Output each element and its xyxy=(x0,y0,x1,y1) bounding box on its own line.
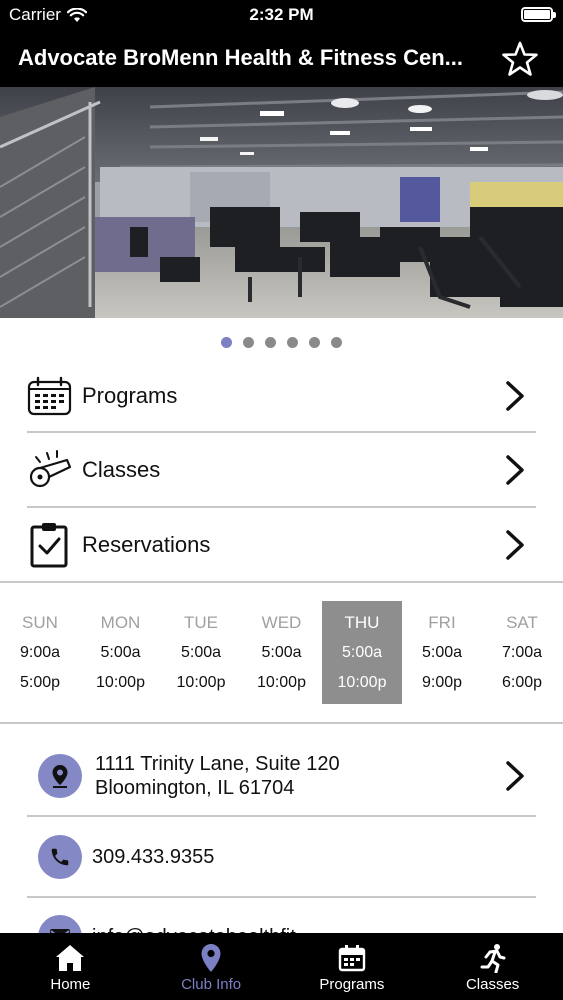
address-text: 1111 Trinity Lane, Suite 120 Bloomington… xyxy=(95,752,504,800)
favorite-star-icon[interactable] xyxy=(501,40,539,78)
carousel-dot[interactable] xyxy=(265,337,276,348)
close-time: 10:00p xyxy=(176,674,226,691)
menu-item-label: Reservations xyxy=(82,532,211,557)
close-time: 10:00p xyxy=(257,674,306,691)
address-line-1: 1111 Trinity Lane, Suite 120 xyxy=(95,753,340,775)
clock: 2:32 PM xyxy=(249,5,314,24)
day-name: THU xyxy=(344,613,380,632)
tab-label: Home xyxy=(50,976,91,993)
day-name: SUN xyxy=(22,613,58,632)
tab-label: Classes xyxy=(465,976,520,993)
menu-item-classes[interactable]: Classes xyxy=(27,433,536,507)
home-icon xyxy=(55,943,85,973)
whistle-icon xyxy=(27,448,72,493)
address-row[interactable]: 1111 Trinity Lane, Suite 120 Bloomington… xyxy=(27,752,536,800)
hours-day-sun: SUN 9:00a 5:00p xyxy=(0,601,80,704)
open-time: 9:00a xyxy=(19,644,61,661)
tab-programs[interactable]: Programs xyxy=(282,933,423,1000)
battery-icon xyxy=(521,7,556,22)
gym-interior-image xyxy=(0,87,563,318)
navigation-bar: Advocate BroMenn Health & Fitness Cen... xyxy=(0,30,563,87)
map-pin-icon xyxy=(38,754,82,798)
section-divider xyxy=(0,722,563,724)
tab-bar: Home Club Info Programs Classes xyxy=(0,933,563,1000)
divider xyxy=(27,815,536,817)
close-time: 6:00p xyxy=(501,674,543,691)
open-time: 5:00a xyxy=(100,644,141,661)
hours-day-mon: MON 5:00a 10:00p xyxy=(81,601,161,704)
divider xyxy=(27,896,536,898)
map-pin-icon xyxy=(196,943,226,973)
open-time: 5:00a xyxy=(261,644,302,661)
menu-item-label: Classes xyxy=(82,457,161,482)
hours-day-thu-today: THU 5:00a 10:00p xyxy=(322,601,402,704)
carousel-dot[interactable] xyxy=(331,337,342,348)
carousel-page-indicator[interactable] xyxy=(0,337,563,348)
phone-number: 309.433.9355 xyxy=(92,845,215,868)
close-time: 10:00p xyxy=(337,674,387,691)
tab-label: Club Info xyxy=(181,976,242,993)
day-name: SAT xyxy=(506,613,538,632)
open-time: 5:00a xyxy=(180,644,222,661)
tab-classes[interactable]: Classes xyxy=(422,933,563,1000)
day-name: FRI xyxy=(428,613,456,632)
hours-day-tue: TUE 5:00a 10:00p xyxy=(161,601,241,704)
close-time: 10:00p xyxy=(96,674,145,691)
menu-item-label: Programs xyxy=(82,383,178,408)
calendar-icon xyxy=(27,374,72,419)
close-time: 9:00p xyxy=(421,674,463,691)
club-photo[interactable] xyxy=(0,87,563,318)
menu-item-programs[interactable]: Programs xyxy=(27,359,536,433)
clipboard-check-icon xyxy=(27,523,72,568)
address-line-2: Bloomington, IL 61704 xyxy=(95,777,295,799)
carousel-dot[interactable] xyxy=(309,337,320,348)
hours-table: SUN 9:00a 5:00p MON 5:00a 10:00p TUE 5:0… xyxy=(0,601,563,704)
phone-icon xyxy=(38,835,82,879)
carousel-dot[interactable] xyxy=(221,337,232,348)
hours-day-sat: SAT 7:00a 6:00p xyxy=(482,601,562,704)
calendar-icon xyxy=(337,943,367,973)
open-time: 7:00a xyxy=(501,644,543,661)
chevron-right-icon xyxy=(506,381,524,411)
tab-home[interactable]: Home xyxy=(0,933,141,1000)
phone-row[interactable]: 309.433.9355 xyxy=(27,835,536,879)
hours-day-fri: FRI 5:00a 9:00p xyxy=(402,601,482,704)
tab-label: Programs xyxy=(319,976,385,993)
tab-club-info[interactable]: Club Info xyxy=(141,933,282,1000)
close-time: 5:00p xyxy=(19,674,61,691)
hours-day-wed: WED 5:00a 10:00p xyxy=(242,601,322,704)
section-divider xyxy=(0,581,563,583)
chevron-right-icon xyxy=(506,455,524,485)
day-name: TUE xyxy=(184,613,218,632)
status-bar: Carrier 2:32 PM xyxy=(0,0,563,30)
menu-item-reservations[interactable]: Reservations xyxy=(27,508,536,582)
open-time: 5:00a xyxy=(341,644,383,661)
carousel-dot[interactable] xyxy=(243,337,254,348)
chevron-right-icon xyxy=(506,761,524,791)
runner-icon xyxy=(478,943,508,973)
open-time: 5:00a xyxy=(421,644,463,661)
club-title: Advocate BroMenn Health & Fitness Cen... xyxy=(18,45,463,70)
carousel-dot[interactable] xyxy=(287,337,298,348)
day-name: MON xyxy=(100,613,141,632)
day-name: WED xyxy=(261,613,302,632)
chevron-right-icon xyxy=(506,530,524,560)
